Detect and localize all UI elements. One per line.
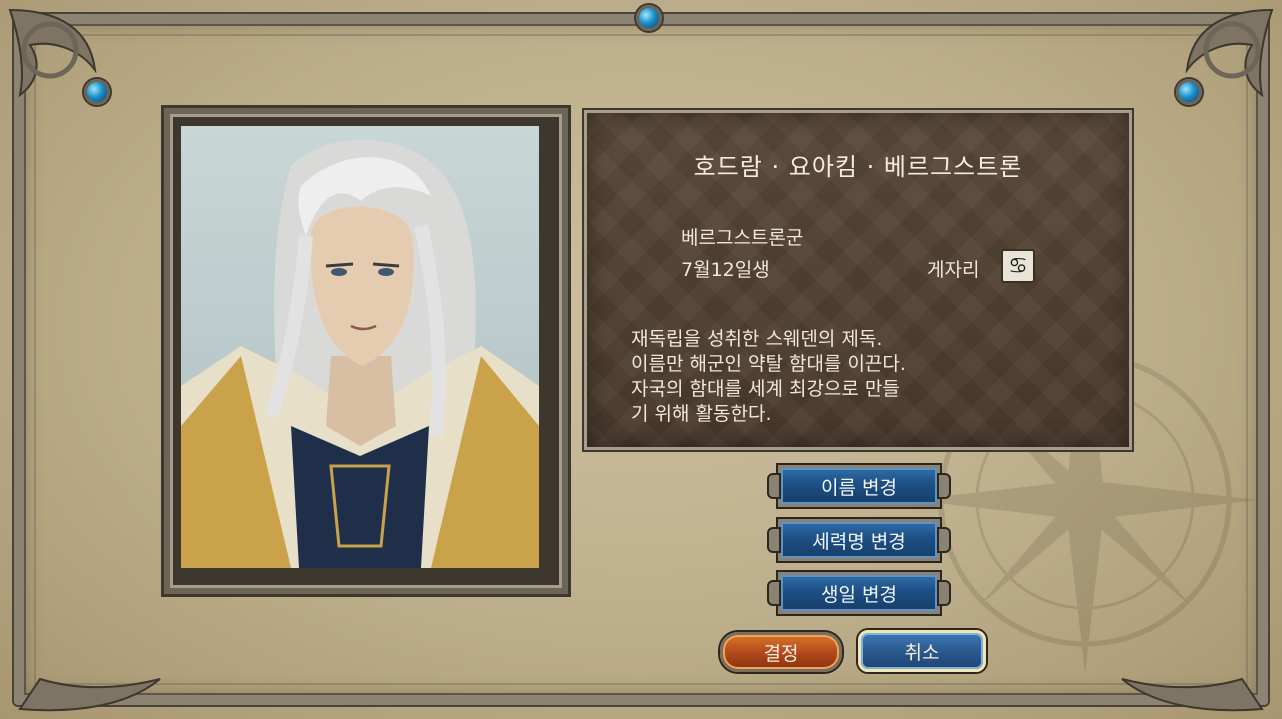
- game-window: 호드람 · 요아킴 · 베르그스트론 베르그스트론군 7월12일생 게자리 ♋ …: [0, 0, 1282, 719]
- character-portrait-illustration: [181, 139, 539, 568]
- corner-ornament-bottom-left: [18, 677, 161, 712]
- cancer-zodiac-icon: ♋: [1001, 249, 1035, 283]
- gem-top-center: [636, 5, 662, 31]
- corner-ornament-bottom-right: [1121, 677, 1264, 712]
- change-name-button[interactable]: 이름 변경: [767, 465, 951, 507]
- cancel-button[interactable]: 취소: [858, 630, 986, 672]
- gem-top-right: [1176, 79, 1202, 105]
- character-info-panel: 호드람 · 요아킴 · 베르그스트론 베르그스트론군 7월12일생 게자리 ♋ …: [584, 110, 1132, 450]
- confirm-button[interactable]: 결정: [720, 632, 842, 672]
- character-portrait: [181, 126, 539, 568]
- faction-name: 베르그스트론군: [681, 227, 804, 249]
- gem-top-left: [84, 79, 110, 105]
- corner-ornament-top-right: [1185, 8, 1274, 98]
- character-name: 호드람 · 요아킴 · 베르그스트론: [693, 153, 1023, 181]
- zodiac-label: 게자리: [927, 259, 980, 281]
- change-faction-name-button[interactable]: 세력명 변경: [767, 519, 951, 561]
- change-birthday-button[interactable]: 생일 변경: [767, 572, 951, 614]
- character-description: 재독립을 성취한 스웨덴의 제독. 이름만 해군인 약탈 함대를 이끈다. 자국…: [631, 328, 906, 425]
- corner-ornament-top-left: [8, 8, 97, 98]
- birthday-text: 7월12일생: [681, 259, 770, 281]
